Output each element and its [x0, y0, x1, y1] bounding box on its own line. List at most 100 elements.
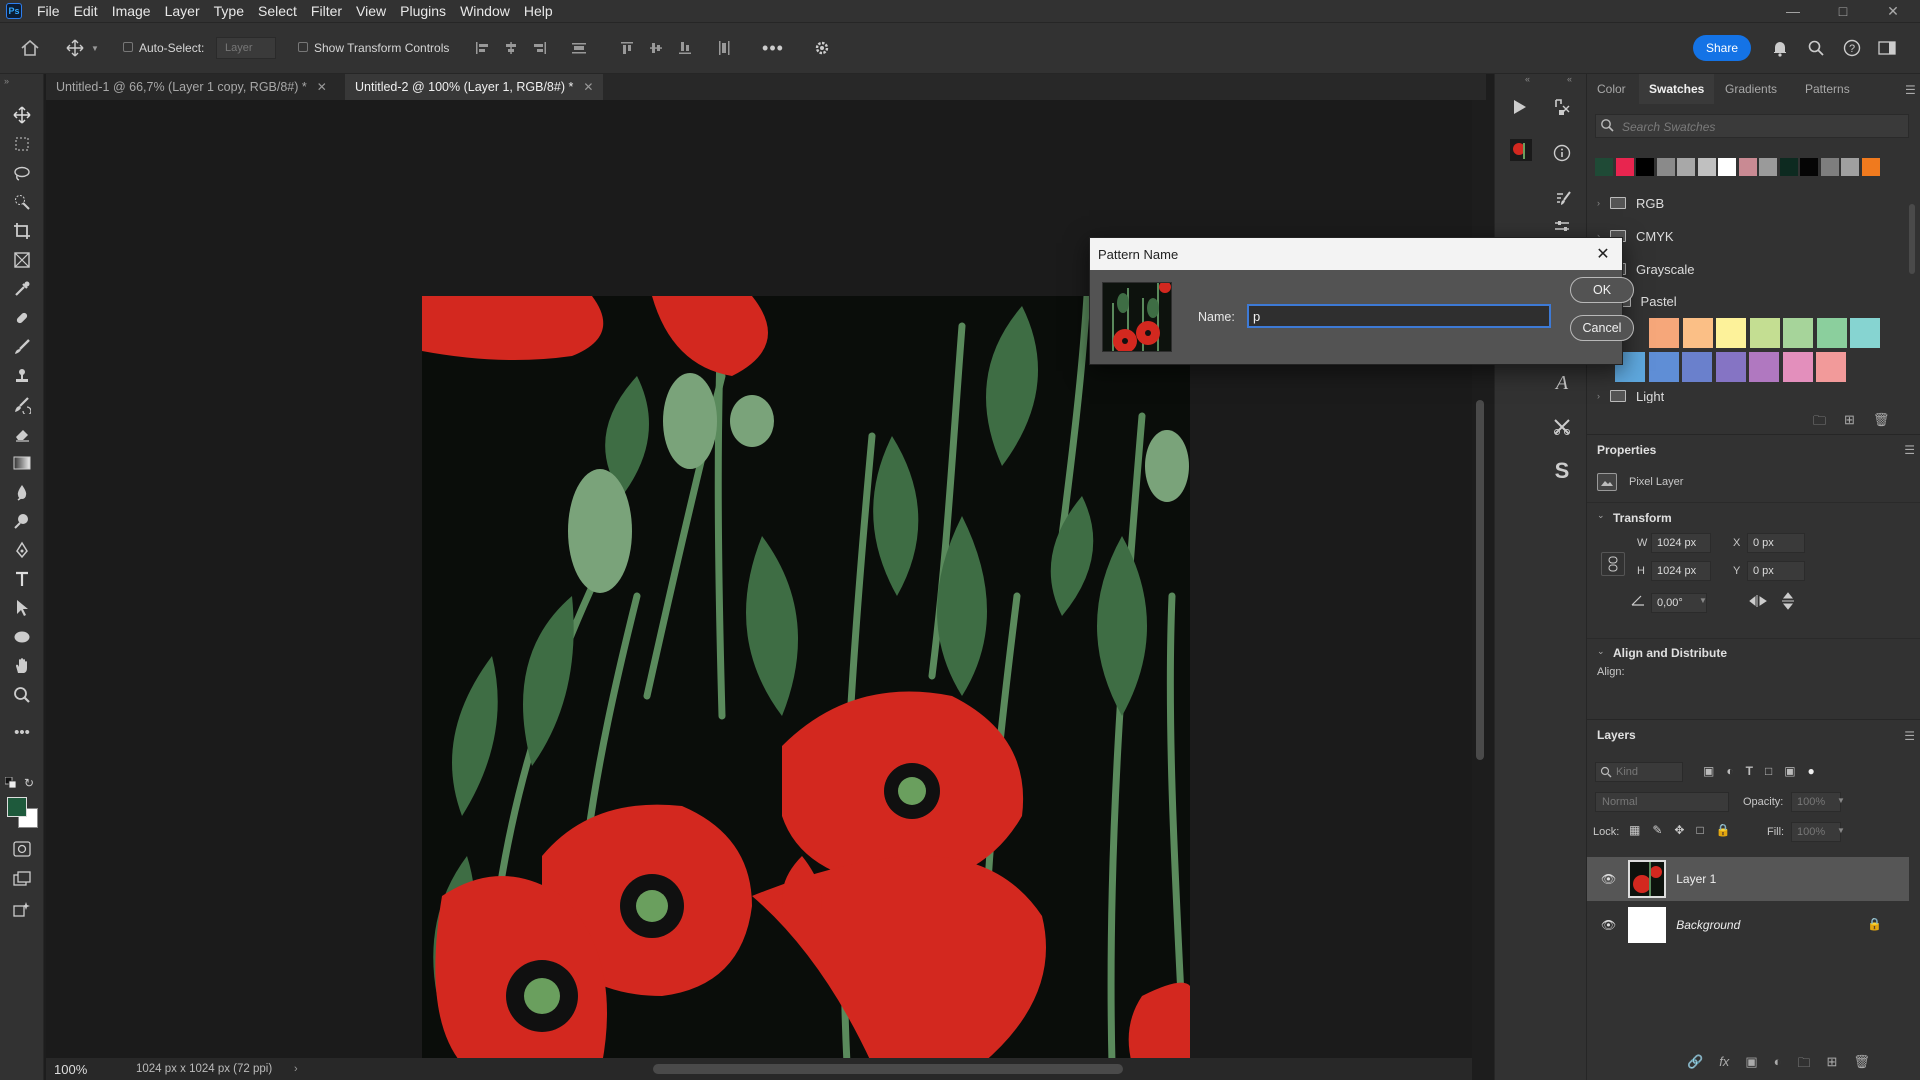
menu-edit[interactable]: Edit: [67, 0, 105, 22]
new-group-icon[interactable]: 🗀: [1813, 412, 1826, 434]
zoom-level[interactable]: 100%: [54, 1062, 114, 1077]
menu-plugins[interactable]: Plugins: [393, 0, 453, 22]
tab-color[interactable]: Color: [1587, 74, 1636, 104]
tab-untitled-1[interactable]: Untitled-1 @ 66,7% (Layer 1 copy, RGB/8#…: [46, 74, 337, 100]
recent-swatch[interactable]: [1800, 158, 1818, 176]
new-group-icon[interactable]: 🗀: [1797, 1054, 1810, 1076]
distribute-h-icon[interactable]: [566, 35, 592, 61]
recent-swatch[interactable]: [1697, 158, 1716, 176]
swatches-scrollbar[interactable]: [1909, 204, 1915, 274]
panel-menu-icon[interactable]: ☰: [1905, 83, 1916, 97]
panel-menu-icon[interactable]: ☰: [1904, 443, 1915, 457]
link-layers-icon[interactable]: 🔗: [1687, 1054, 1703, 1076]
close-icon[interactable]: ✕: [317, 74, 327, 100]
screen-mode-icon[interactable]: [9, 866, 35, 892]
edit-toolbar-icon[interactable]: •••: [9, 719, 35, 745]
align-bottom-icon[interactable]: [672, 35, 698, 61]
default-colors-icon[interactable]: [5, 777, 17, 789]
move-tool-icon[interactable]: [62, 35, 88, 61]
gradient-tool-icon[interactable]: [9, 450, 35, 476]
pastel-swatch[interactable]: [1682, 352, 1712, 382]
pastel-swatch[interactable]: [1816, 318, 1847, 348]
search-icon[interactable]: [1803, 35, 1829, 61]
share-button[interactable]: Share: [1693, 35, 1751, 61]
new-layer-icon[interactable]: ⊞: [1826, 1054, 1837, 1076]
move-tool-icon[interactable]: [9, 102, 35, 128]
ok-button[interactable]: OK: [1570, 277, 1634, 303]
layer-comps-thumb-icon[interactable]: [1507, 136, 1535, 164]
pastel-swatch[interactable]: [1850, 318, 1880, 348]
collapse-left-icon[interactable]: «: [1525, 74, 1530, 84]
eyedropper-tool-icon[interactable]: [9, 276, 35, 302]
collapse-right-icon[interactable]: «: [1567, 74, 1572, 84]
dodge-tool-icon[interactable]: [9, 508, 35, 534]
delete-icon[interactable]: 🗑: [1853, 1054, 1870, 1076]
pastel-swatch[interactable]: [1816, 352, 1846, 382]
menu-file[interactable]: File: [30, 0, 67, 22]
quick-mask-icon[interactable]: [9, 836, 35, 862]
delete-icon[interactable]: 🗑: [1873, 412, 1890, 434]
menu-select[interactable]: Select: [251, 0, 304, 22]
adjustment-layer-icon[interactable]: ◐: [1774, 1054, 1782, 1076]
lock-image-icon[interactable]: ✎: [1652, 823, 1662, 837]
height-field[interactable]: 1024 px: [1651, 561, 1711, 581]
more-options-icon[interactable]: •••: [760, 35, 786, 61]
recent-swatch[interactable]: [1636, 158, 1654, 176]
align-left-icon[interactable]: [469, 35, 495, 61]
pastel-swatch[interactable]: [1749, 352, 1779, 382]
swatch-folder-light[interactable]: › Light: [1597, 389, 1664, 403]
menu-window[interactable]: Window: [453, 0, 517, 22]
recent-swatch[interactable]: [1738, 158, 1757, 176]
marquee-tool-icon[interactable]: [9, 131, 35, 157]
filter-type-icon[interactable]: T: [1746, 764, 1753, 778]
chevron-down-icon[interactable]: ▼: [1837, 826, 1845, 835]
distribute-v-icon[interactable]: [711, 35, 737, 61]
history-icon[interactable]: [1549, 94, 1575, 120]
poppy-artwork[interactable]: [422, 296, 1190, 1064]
flip-horizontal-icon[interactable]: [1749, 594, 1767, 608]
chevron-right-icon[interactable]: ›: [294, 1063, 298, 1075]
tab-untitled-2[interactable]: Untitled-2 @ 100% (Layer 1, RGB/8#) * ✕: [345, 74, 604, 100]
flip-vertical-icon[interactable]: [1781, 592, 1795, 610]
recent-swatch[interactable]: [1759, 158, 1777, 176]
fill-field[interactable]: 100%: [1791, 822, 1841, 842]
pastel-swatch[interactable]: [1782, 352, 1813, 382]
layer-row-layer-1[interactable]: 👁 Layer 1: [1587, 857, 1909, 901]
lock-icon[interactable]: 🔒: [1867, 917, 1882, 931]
menu-image[interactable]: Image: [105, 0, 158, 22]
layers-title[interactable]: Layers: [1597, 728, 1636, 742]
filter-pixel-icon[interactable]: ▣: [1703, 764, 1714, 778]
menu-help[interactable]: Help: [517, 0, 560, 22]
recent-swatch[interactable]: [1861, 158, 1880, 176]
align-middle-v-icon[interactable]: [643, 35, 669, 61]
align-top-icon[interactable]: [614, 35, 640, 61]
lock-transparent-icon[interactable]: ▦: [1629, 823, 1640, 837]
layer-filter-kind[interactable]: Kind: [1595, 762, 1683, 782]
eraser-tool-icon[interactable]: [9, 421, 35, 447]
recent-swatch[interactable]: [1841, 158, 1859, 176]
vertical-scroll-thumb[interactable]: [1476, 400, 1484, 760]
width-field[interactable]: 1024 px: [1651, 533, 1711, 553]
bell-icon[interactable]: [1767, 35, 1793, 61]
new-swatch-icon[interactable]: ⊞: [1844, 412, 1855, 434]
gear-icon[interactable]: [809, 35, 835, 61]
align-right-icon[interactable]: [527, 35, 553, 61]
recent-swatch[interactable]: [1656, 158, 1675, 176]
x-field[interactable]: 0 px: [1747, 533, 1805, 553]
pastel-swatch[interactable]: [1682, 318, 1713, 348]
eye-icon[interactable]: 👁: [1601, 918, 1616, 932]
frame-tool-icon[interactable]: [9, 247, 35, 273]
filter-toggle-icon[interactable]: ●: [1808, 764, 1815, 778]
pastel-swatch[interactable]: [1648, 352, 1679, 382]
panel-menu-icon[interactable]: ☰: [1904, 729, 1915, 743]
auto-select-target-dropdown[interactable]: Layer: [216, 37, 276, 59]
clone-stamp-tool-icon[interactable]: [9, 363, 35, 389]
pastel-swatch[interactable]: [1716, 318, 1746, 348]
path-selection-tool-icon[interactable]: [9, 595, 35, 621]
auto-select-checkbox[interactable]: [123, 42, 133, 52]
pattern-name-input[interactable]: [1247, 304, 1551, 328]
crop-tool-icon[interactable]: [9, 218, 35, 244]
recent-swatch[interactable]: [1718, 158, 1736, 176]
maximize-icon[interactable]: □: [1820, 0, 1866, 22]
filter-adjustment-icon[interactable]: ◐: [1726, 764, 1733, 778]
